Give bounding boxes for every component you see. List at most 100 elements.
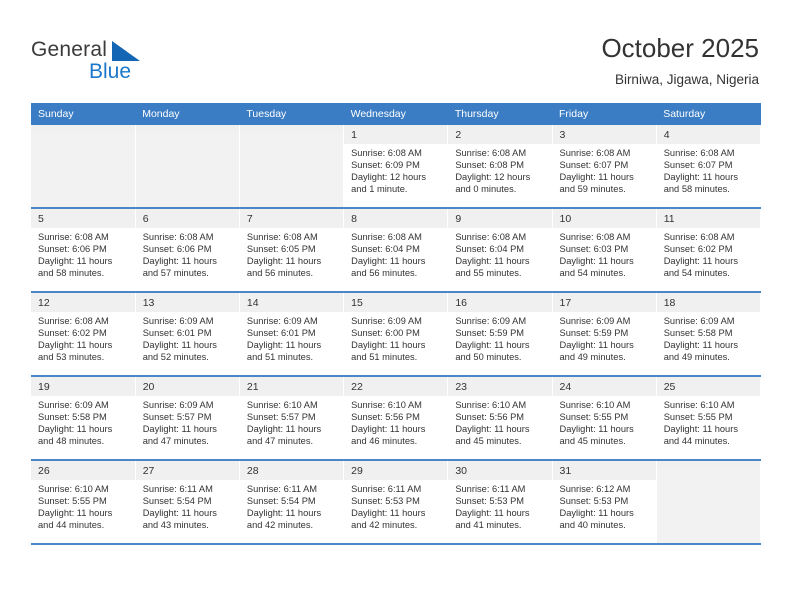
calendar-day-cell[interactable]: 16 Sunrise: 6:09 AM Sunset: 5:59 PM Dayligh… [447, 292, 553, 377]
calendar-day-cell[interactable]: 14 Sunrise: 6:09 AM Sunset: 6:01 PM Dayligh… [239, 292, 345, 377]
day-details: Sunrise: 6:09 AM Sunset: 5:57 PM Daylight:… [136, 396, 239, 447]
sunset-text: Sunset: 5:54 PM [142, 496, 212, 507]
day-cell-inner: 9 Sunrise: 6:08 AM Sunset: 6:04 PM Daylight… [448, 209, 552, 291]
day-cell-inner: 19 Sunrise: 6:09 AM Sunset: 5:58 PM Dayligh… [31, 377, 135, 459]
daylight-text: Daylight: 11 hours and 42 minutes. [246, 508, 322, 531]
calendar-day-cell[interactable]: 10 Sunrise: 6:08 AM Sunset: 6:03 PM Dayligh… [552, 208, 657, 293]
day-details: Sunrise: 6:09 AM Sunset: 5:58 PM Daylight:… [31, 396, 135, 447]
day-cell-inner: 11 Sunrise: 6:08 AM Sunset: 6:02 PM Dayligh… [656, 209, 760, 291]
calendar-day-cell[interactable]: 31 Sunrise: 6:12 AM Sunset: 5:53 PM Dayligh… [552, 460, 657, 545]
day-cell-inner: 17 Sunrise: 6:09 AM Sunset: 5:59 PM Dayligh… [552, 293, 656, 375]
day-number: 18 [656, 293, 760, 312]
day-cell-inner: 14 Sunrise: 6:09 AM Sunset: 6:01 PM Dayligh… [239, 293, 344, 375]
day-cell-inner: 4 Sunrise: 6:08 AM Sunset: 6:07 PM Daylight… [656, 125, 760, 207]
day-cell-inner: 18 Sunrise: 6:09 AM Sunset: 5:58 PM Dayligh… [656, 293, 760, 375]
calendar-cell-empty [656, 460, 762, 545]
calendar-day-cell[interactable]: 13 Sunrise: 6:09 AM Sunset: 6:01 PM Dayligh… [135, 292, 240, 377]
calendar-day-cell[interactable]: 2 Sunrise: 6:08 AM Sunset: 6:08 PM Daylight… [447, 125, 553, 209]
day-number: 15 [344, 293, 448, 312]
calendar-day-cell[interactable]: 22 Sunrise: 6:10 AM Sunset: 5:56 PM Dayligh… [343, 376, 449, 461]
day-cell-inner: 5 Sunrise: 6:08 AM Sunset: 6:06 PM Daylight… [31, 209, 135, 291]
page-header: General Blue October 2025 Birniwa, Jigaw… [0, 0, 792, 103]
calendar-day-cell[interactable]: 6 Sunrise: 6:08 AM Sunset: 6:06 PM Daylight… [135, 208, 240, 293]
calendar-day-cell[interactable]: 5 Sunrise: 6:08 AM Sunset: 6:06 PM Daylight… [31, 208, 136, 293]
calendar-day-cell[interactable]: 4 Sunrise: 6:08 AM Sunset: 6:07 PM Daylight… [656, 125, 762, 209]
calendar-day-cell[interactable]: 8 Sunrise: 6:08 AM Sunset: 6:04 PM Daylight… [343, 208, 449, 293]
daylight-text: Daylight: 11 hours and 42 minutes. [351, 508, 426, 531]
sunset-text: Sunset: 5:58 PM [663, 328, 733, 339]
calendar-day-cell[interactable]: 23 Sunrise: 6:10 AM Sunset: 5:56 PM Dayligh… [447, 376, 553, 461]
calendar-day-cell[interactable]: 15 Sunrise: 6:09 AM Sunset: 6:00 PM Dayligh… [343, 292, 449, 377]
calendar-day-cell[interactable]: 11 Sunrise: 6:08 AM Sunset: 6:02 PM Dayligh… [656, 208, 762, 293]
calendar-day-cell[interactable]: 25 Sunrise: 6:10 AM Sunset: 5:55 PM Dayligh… [656, 376, 762, 461]
day-details: Sunrise: 6:08 AM Sunset: 6:06 PM Daylight:… [31, 228, 135, 279]
sunset-text: Sunset: 6:01 PM [142, 328, 212, 339]
day-details: Sunrise: 6:08 AM Sunset: 6:03 PM Daylight:… [553, 228, 656, 279]
sunrise-text: Sunrise: 6:09 AM [663, 316, 735, 326]
weekday-header-tuesday: Tuesday [239, 103, 344, 125]
day-number: 29 [344, 461, 448, 480]
calendar-day-cell[interactable]: 18 Sunrise: 6:09 AM Sunset: 5:58 PM Dayligh… [656, 292, 762, 377]
day-cell-inner: 1 Sunrise: 6:08 AM Sunset: 6:09 PM Daylight… [344, 125, 448, 207]
daylight-text: Daylight: 11 hours and 56 minutes. [351, 256, 426, 279]
calendar-day-cell[interactable]: 28 Sunrise: 6:11 AM Sunset: 5:54 PM Dayligh… [239, 460, 345, 545]
calendar-day-cell[interactable]: 21 Sunrise: 6:10 AM Sunset: 5:57 PM Dayligh… [239, 376, 345, 461]
calendar-day-cell[interactable]: 19 Sunrise: 6:09 AM Sunset: 5:58 PM Dayligh… [31, 376, 136, 461]
daylight-text: Daylight: 11 hours and 51 minutes. [246, 340, 322, 363]
day-details: Sunrise: 6:09 AM Sunset: 5:58 PM Daylight:… [657, 312, 760, 363]
calendar-day-cell[interactable]: 7 Sunrise: 6:08 AM Sunset: 6:05 PM Daylight… [239, 208, 345, 293]
day-number [135, 125, 239, 132]
daylight-text: Daylight: 11 hours and 51 minutes. [351, 340, 426, 363]
sunrise-text: Sunrise: 6:11 AM [142, 484, 213, 494]
day-number: 14 [239, 293, 344, 312]
sunrise-text: Sunrise: 6:08 AM [38, 316, 109, 326]
calendar-day-cell[interactable]: 26 Sunrise: 6:10 AM Sunset: 5:55 PM Dayligh… [31, 460, 136, 545]
day-cell-inner: 26 Sunrise: 6:10 AM Sunset: 5:55 PM Dayligh… [31, 461, 135, 543]
calendar-day-cell[interactable]: 30 Sunrise: 6:11 AM Sunset: 5:53 PM Dayligh… [447, 460, 553, 545]
day-cell-inner: 13 Sunrise: 6:09 AM Sunset: 6:01 PM Dayligh… [135, 293, 239, 375]
calendar-week-row: 19 Sunrise: 6:09 AM Sunset: 5:58 PM Dayligh… [31, 376, 762, 461]
day-cell-inner [31, 125, 135, 207]
calendar-week-row: 1 Sunrise: 6:08 AM Sunset: 6:09 PM Daylight… [31, 125, 762, 209]
calendar-page: General Blue October 2025 Birniwa, Jigaw… [0, 0, 792, 612]
day-number: 31 [552, 461, 656, 480]
sunset-text: Sunset: 6:06 PM [142, 244, 212, 255]
day-cell-inner: 15 Sunrise: 6:09 AM Sunset: 6:00 PM Dayligh… [344, 293, 448, 375]
sunset-text: Sunset: 6:04 PM [351, 244, 420, 255]
sunrise-text: Sunrise: 6:10 AM [351, 400, 422, 410]
calendar-week-row: 5 Sunrise: 6:08 AM Sunset: 6:06 PM Daylight… [31, 208, 762, 293]
sunset-text: Sunset: 5:55 PM [663, 412, 733, 423]
calendar-day-cell[interactable]: 29 Sunrise: 6:11 AM Sunset: 5:53 PM Dayligh… [343, 460, 449, 545]
sunrise-text: Sunrise: 6:09 AM [559, 316, 631, 326]
day-details: Sunrise: 6:09 AM Sunset: 5:59 PM Daylight:… [448, 312, 551, 363]
day-details: Sunrise: 6:12 AM Sunset: 5:53 PM Daylight:… [553, 480, 656, 531]
day-cell-inner: 6 Sunrise: 6:08 AM Sunset: 6:06 PM Daylight… [135, 209, 239, 291]
sunset-text: Sunset: 6:04 PM [455, 244, 525, 255]
day-details: Sunrise: 6:10 AM Sunset: 5:55 PM Daylight:… [31, 480, 135, 531]
day-details: Sunrise: 6:09 AM Sunset: 6:01 PM Daylight:… [240, 312, 343, 363]
day-number [239, 125, 344, 132]
daylight-text: Daylight: 11 hours and 47 minutes. [246, 424, 322, 447]
daylight-text: Daylight: 11 hours and 58 minutes. [663, 172, 738, 195]
calendar-day-cell[interactable]: 24 Sunrise: 6:10 AM Sunset: 5:55 PM Dayligh… [552, 376, 657, 461]
calendar-day-cell[interactable]: 1 Sunrise: 6:08 AM Sunset: 6:09 PM Daylight… [343, 125, 449, 209]
day-details: Sunrise: 6:11 AM Sunset: 5:54 PM Daylight:… [240, 480, 343, 531]
sunset-text: Sunset: 5:55 PM [559, 412, 629, 423]
day-number [656, 461, 760, 468]
calendar-day-cell[interactable]: 12 Sunrise: 6:08 AM Sunset: 6:02 PM Dayligh… [31, 292, 136, 377]
sunset-text: Sunset: 6:08 PM [455, 160, 525, 171]
calendar-day-cell[interactable]: 20 Sunrise: 6:09 AM Sunset: 5:57 PM Dayligh… [135, 376, 240, 461]
calendar-day-cell[interactable]: 27 Sunrise: 6:11 AM Sunset: 5:54 PM Dayligh… [135, 460, 240, 545]
calendar-day-cell[interactable]: 3 Sunrise: 6:08 AM Sunset: 6:07 PM Daylight… [552, 125, 657, 209]
day-details: Sunrise: 6:08 AM Sunset: 6:04 PM Daylight:… [448, 228, 551, 279]
calendar-day-cell[interactable]: 17 Sunrise: 6:09 AM Sunset: 5:59 PM Dayligh… [552, 292, 657, 377]
general-blue-logo[interactable]: General Blue [31, 38, 211, 88]
day-cell-inner: 24 Sunrise: 6:10 AM Sunset: 5:55 PM Dayligh… [552, 377, 656, 459]
calendar-day-cell[interactable]: 9 Sunrise: 6:08 AM Sunset: 6:04 PM Daylight… [447, 208, 553, 293]
sunset-text: Sunset: 6:05 PM [246, 244, 316, 255]
sunrise-text: Sunrise: 6:09 AM [246, 316, 318, 326]
day-details: Sunrise: 6:10 AM Sunset: 5:57 PM Daylight:… [240, 396, 343, 447]
day-details: Sunrise: 6:08 AM Sunset: 6:08 PM Daylight:… [448, 144, 551, 195]
day-details: Sunrise: 6:10 AM Sunset: 5:56 PM Daylight:… [448, 396, 551, 447]
sunset-text: Sunset: 5:59 PM [455, 328, 525, 339]
